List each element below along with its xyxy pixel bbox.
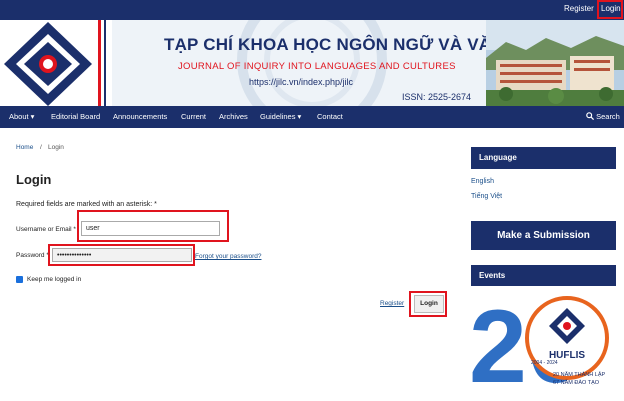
top-bar: Register Login	[0, 0, 624, 20]
breadcrumb-home[interactable]: Home	[16, 144, 33, 151]
login-button-highlight	[409, 291, 447, 317]
page-title: Login	[16, 172, 52, 187]
keep-logged-checkbox[interactable]	[16, 276, 23, 289]
register-link[interactable]: Register	[564, 4, 594, 13]
breadcrumb-separator: /	[40, 144, 42, 151]
event-line1: 20 NĂM THÀNH LẬP	[553, 371, 605, 378]
nav-contact[interactable]: Contact	[317, 112, 343, 121]
nav-current[interactable]: Current	[181, 112, 206, 121]
campus-photo	[486, 20, 624, 106]
check-icon	[16, 283, 23, 289]
nav-archives[interactable]: Archives	[219, 112, 248, 121]
username-label: Username or Email *	[16, 226, 76, 233]
keep-logged-label: Keep me logged in	[27, 276, 82, 283]
nav-about[interactable]: About ▾	[9, 112, 34, 121]
forgot-password-link[interactable]: Forgot your password?	[195, 253, 261, 260]
register-form-link[interactable]: Register	[380, 300, 404, 307]
password-highlight	[48, 244, 195, 266]
login-link-highlight	[597, 0, 623, 19]
events-block-title: Events	[471, 265, 616, 286]
search-icon	[586, 112, 595, 121]
anniversary-graphic: 20 HUFLIS 2004 - 2024 20 NĂM THÀNH LẬP 6…	[471, 289, 609, 396]
make-submission-button[interactable]: Make a Submission	[471, 221, 616, 250]
language-vietnamese-link[interactable]: Tiếng Việt	[471, 193, 502, 200]
search-label: Search	[596, 112, 620, 121]
password-label: Password *	[16, 252, 49, 259]
username-highlight	[77, 210, 229, 242]
breadcrumb-current: Login	[48, 144, 64, 151]
nav-guidelines[interactable]: Guidelines ▾	[260, 112, 301, 121]
journal-url: https://jilc.vn/index.php/jilc	[249, 77, 354, 87]
language-block-title: Language	[471, 147, 616, 169]
event-line2: 67 NĂM ĐÀO TẠO	[553, 379, 600, 386]
journal-logo-icon[interactable]	[0, 20, 112, 106]
nav-announcements[interactable]: Announcements	[113, 112, 167, 121]
journal-issn: ISSN: 2525-2674	[402, 92, 472, 102]
event-years: 2004 - 2024	[531, 360, 558, 366]
nav-search[interactable]: Search	[586, 112, 620, 121]
required-note: Required fields are marked with an aster…	[16, 201, 157, 208]
language-english-link[interactable]: English	[471, 178, 494, 185]
journal-title-en: JOURNAL OF INQUIRY INTO LANGUAGES AND CU…	[178, 61, 456, 72]
main-nav: About ▾ Editorial Board Announcements Cu…	[0, 106, 624, 128]
site-banner: TẠP CHÍ KHOA HỌC NGÔN NGỮ VÀ VĂN HÓA JOU…	[0, 20, 624, 106]
nav-editorial-board[interactable]: Editorial Board	[51, 112, 100, 121]
